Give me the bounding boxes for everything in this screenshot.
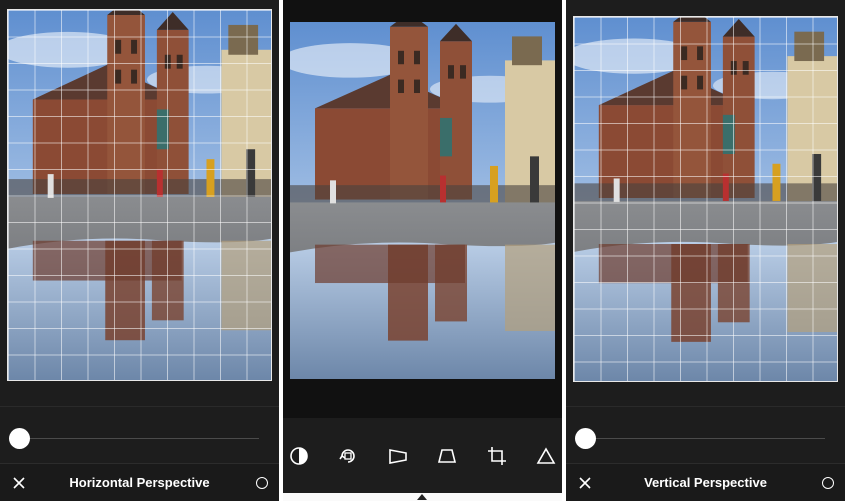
- left-screen: Horizontal Perspective: [0, 0, 279, 501]
- slider-thumb[interactable]: [575, 428, 596, 449]
- horizontal-perspective-icon[interactable]: [387, 445, 409, 467]
- photo-preview[interactable]: [573, 16, 838, 382]
- bottom-bar: Horizontal Perspective: [0, 463, 279, 501]
- circle-icon[interactable]: [256, 477, 268, 489]
- slider-track[interactable]: [20, 438, 259, 439]
- slider-thumb[interactable]: [9, 428, 30, 449]
- crop-icon[interactable]: [486, 445, 508, 467]
- adjustment-slider[interactable]: [0, 406, 279, 462]
- close-icon[interactable]: [576, 474, 594, 492]
- tool-title: Vertical Perspective: [644, 475, 767, 490]
- rotate-icon[interactable]: [337, 445, 359, 467]
- center-screen: [283, 0, 562, 501]
- right-screen: Vertical Perspective: [566, 0, 845, 501]
- triangle-icon[interactable]: [535, 445, 557, 467]
- adjustment-slider[interactable]: [566, 406, 845, 462]
- vertical-perspective-icon[interactable]: [436, 445, 458, 467]
- bottom-bar: Vertical Perspective: [566, 463, 845, 501]
- circle-icon[interactable]: [822, 477, 834, 489]
- tool-title: Horizontal Perspective: [69, 475, 210, 490]
- photo-preview[interactable]: [290, 22, 555, 379]
- selected-tool-indicator: [417, 494, 427, 500]
- photo-preview[interactable]: [7, 9, 272, 381]
- tools-toolbar: [283, 418, 562, 493]
- contrast-icon[interactable]: [288, 445, 310, 467]
- slider-track[interactable]: [586, 438, 825, 439]
- close-icon[interactable]: [10, 474, 28, 492]
